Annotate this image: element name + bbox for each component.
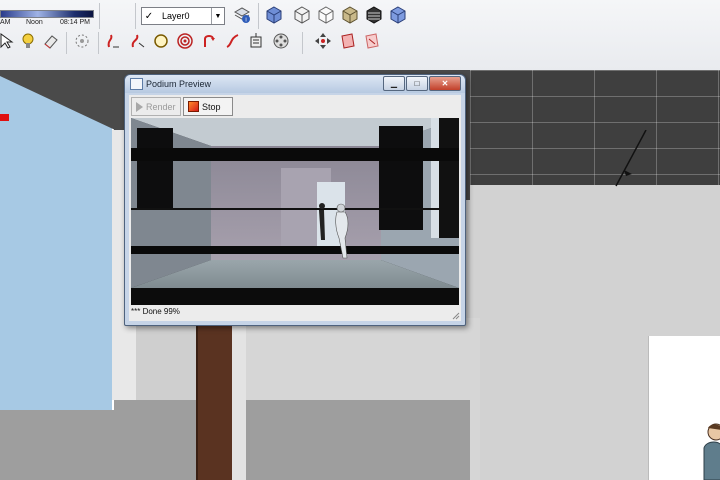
maximize-button[interactable]: □ (406, 76, 428, 91)
arc-tool-button[interactable] (104, 31, 124, 51)
status-bar: *** Done 99% (131, 307, 180, 316)
minimize-button[interactable]: ▁ (383, 76, 405, 91)
follow-me-icon (226, 34, 239, 48)
shadow-settings[interactable]: AM Noon 08:14 PM (0, 4, 98, 30)
render-preview-image (131, 118, 459, 305)
offset-icon (131, 34, 145, 48)
toolbar-divider (98, 32, 99, 54)
render-button[interactable]: Render (131, 97, 181, 116)
ceiling-tiles (470, 70, 720, 190)
play-icon (136, 101, 143, 112)
shadow-am-label: AM (0, 19, 11, 26)
front-view-button[interactable] (316, 5, 336, 25)
app-icon (130, 78, 143, 90)
section-plane-button[interactable] (338, 31, 358, 51)
render-label: Render (146, 101, 176, 112)
tape-measure-icon (250, 33, 262, 48)
close-button[interactable]: ✕ (429, 76, 461, 91)
toolbar-divider (66, 32, 67, 54)
select-button[interactable] (0, 31, 16, 51)
wood-pillar (196, 325, 234, 480)
tape-measure-button[interactable] (246, 31, 266, 51)
rotate-icon (204, 35, 215, 47)
left-view-icon (390, 6, 406, 24)
ceiling-wire (615, 130, 647, 187)
stop-button[interactable]: Stop (183, 97, 233, 116)
stop-label: Stop (202, 101, 221, 112)
right-view-button[interactable] (340, 5, 360, 25)
paint-bucket-button[interactable] (18, 31, 38, 51)
walk-icon (315, 33, 331, 49)
paint-bucket-icon (22, 33, 34, 48)
main-toolbar: AM Noon 08:14 PM ✓ Layer0 ▼ i (0, 0, 720, 71)
resize-grip-icon[interactable] (452, 312, 460, 320)
position-camera-icon (273, 33, 289, 49)
rotate-button[interactable] (199, 31, 219, 51)
top-view-icon (294, 6, 310, 24)
layer-name: Layer0 (162, 11, 190, 21)
section-display-icon (365, 33, 379, 49)
front-view-icon (318, 6, 334, 24)
eraser-button[interactable] (41, 31, 61, 51)
orbit-icon (75, 34, 89, 48)
walk-button[interactable] (313, 31, 333, 51)
toolbar-divider (135, 3, 136, 29)
glass-window (0, 76, 114, 410)
layer-check-icon: ✓ (144, 10, 154, 22)
shadow-time-label: 08:14 PM (60, 19, 90, 26)
preview-toolbar: Render Stop (131, 97, 233, 116)
podium-preview-window[interactable]: Podium Preview ▁ □ ✕ Render Stop *** Don… (124, 74, 466, 326)
back-view-icon (366, 6, 382, 24)
layer-dropdown[interactable]: ✓ Layer0 ▼ (141, 7, 225, 25)
target-icon (177, 33, 193, 49)
arc-tool-icon (107, 34, 119, 48)
left-view-button[interactable] (388, 5, 408, 25)
offset-button[interactable] (128, 31, 148, 51)
back-view-button[interactable] (364, 5, 384, 25)
window-title: Podium Preview (146, 79, 212, 89)
position-camera-button[interactable] (271, 31, 291, 51)
section-display-button[interactable] (362, 31, 382, 51)
orbit-button[interactable] (72, 31, 92, 51)
right-view-icon (342, 6, 358, 24)
iso-view-icon (266, 6, 282, 24)
red-marker (0, 114, 9, 121)
chevron-down-icon[interactable]: ▼ (211, 8, 224, 24)
section-plane-icon (341, 33, 355, 49)
toolbar-divider (99, 3, 100, 29)
follow-me-button[interactable] (223, 31, 243, 51)
select-icon (0, 33, 14, 49)
layer-manager-icon: i (233, 7, 251, 24)
window-body: Render Stop *** Done 99% (129, 95, 461, 321)
svg-text:i: i (245, 18, 246, 24)
eraser-icon (44, 35, 58, 49)
rendered-interior (131, 118, 459, 305)
circle-icon (154, 34, 168, 48)
top-view-button[interactable] (292, 5, 312, 25)
toolbar-divider (258, 3, 259, 29)
toolbar-divider (302, 32, 303, 54)
stop-icon (188, 101, 199, 112)
layer-manager-button[interactable]: i (232, 5, 252, 25)
person-figure (703, 423, 720, 480)
shadow-noon-label: Noon (26, 19, 43, 26)
window-titlebar[interactable]: Podium Preview ▁ □ ✕ (125, 75, 465, 93)
circle-button[interactable] (151, 31, 171, 51)
shadow-time-slider[interactable] (0, 10, 94, 18)
target-button[interactable] (175, 31, 195, 51)
pillar-edge (232, 325, 246, 480)
iso-view-button[interactable] (264, 5, 284, 25)
